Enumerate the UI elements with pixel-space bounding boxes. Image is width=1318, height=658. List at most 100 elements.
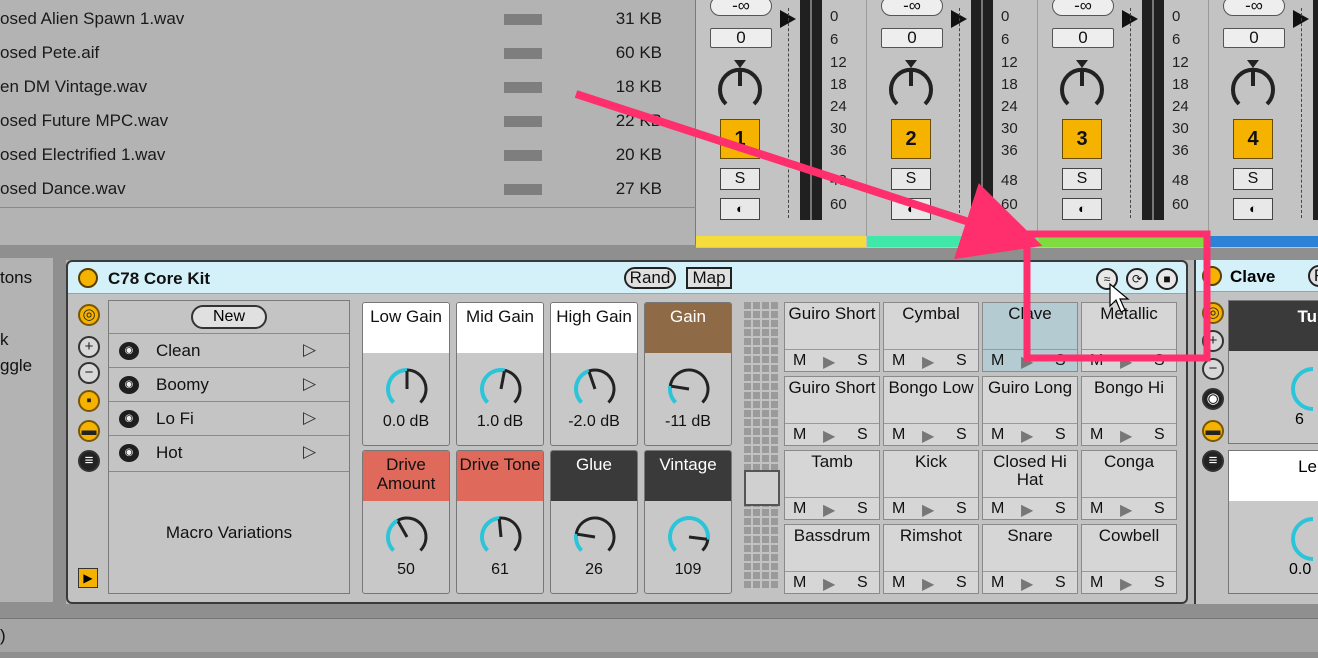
remove-macro-icon[interactable]: − [78, 362, 100, 384]
new-variation-button[interactable]: New [191, 305, 267, 329]
volume-field[interactable]: 0 [1052, 28, 1114, 48]
camera-icon[interactable]: ◉ [119, 444, 139, 462]
track-activator-button[interactable]: 3 [1062, 119, 1102, 159]
pad-solo-button[interactable]: S [1154, 574, 1165, 592]
drum-pad[interactable]: Guiro Short M ▶ S [784, 302, 880, 372]
track-activator-button[interactable]: 4 [1233, 119, 1273, 159]
monitor-icon[interactable]: ◐ [720, 198, 760, 220]
volume-inf-field[interactable]: -∞ [710, 0, 772, 16]
macro-knob-control[interactable]: Glue 26 [550, 450, 638, 594]
pad-play-icon[interactable]: ▶ [823, 574, 835, 594]
drum-pad[interactable]: Cowbell M ▶ S [1081, 524, 1177, 594]
file-row[interactable]: osed Future MPC.wav 22 KB [0, 104, 696, 138]
pan-knob[interactable] [714, 60, 766, 112]
pad-mute-button[interactable]: M [793, 500, 806, 518]
volume-field[interactable]: 0 [1223, 28, 1285, 48]
pad-mute-button[interactable]: M [1090, 574, 1103, 592]
pad-play-icon[interactable]: ▶ [922, 500, 934, 520]
play-icon[interactable]: ▷ [303, 340, 316, 360]
track-activator-button[interactable]: 1 [720, 119, 760, 159]
variation-row[interactable]: ◉ Hot ▷ [109, 435, 349, 469]
macro-knob-control[interactable]: Drive Amount 50 [362, 450, 450, 594]
pad-solo-button[interactable]: S [857, 426, 868, 444]
macro-knob[interactable] [383, 365, 431, 413]
clave-chain-icon[interactable]: ▬ [1202, 420, 1224, 442]
pan-knob[interactable] [1056, 60, 1108, 112]
pad-play-icon[interactable]: ▶ [922, 426, 934, 446]
pad-solo-button[interactable]: S [1055, 352, 1066, 370]
macro-knob-control[interactable]: Low Gain 0.0 dB [362, 302, 450, 446]
solo-button[interactable]: S [1062, 168, 1102, 190]
drum-pad[interactable]: Tamb M ▶ S [784, 450, 880, 520]
hot-swap-icon[interactable]: ⟳ [1126, 268, 1148, 290]
pad-play-icon[interactable]: ▶ [1120, 574, 1132, 594]
drum-pad[interactable]: Cymbal M ▶ S [883, 302, 979, 372]
drum-pad[interactable]: Guiro Short M ▶ S [784, 376, 880, 446]
clave-add-icon[interactable]: + [1202, 330, 1224, 352]
drum-pad[interactable]: Bongo Low M ▶ S [883, 376, 979, 446]
clave-power-toggle[interactable] [1202, 266, 1222, 286]
clave-tune-knob[interactable] [1291, 365, 1318, 413]
pad-mute-button[interactable]: M [991, 426, 1004, 444]
pad-mute-button[interactable]: M [892, 500, 905, 518]
save-preset-icon[interactable]: ■ [1156, 268, 1178, 290]
pad-play-icon[interactable]: ▶ [823, 426, 835, 446]
macro-knob-control[interactable]: Drive Tone 61 [456, 450, 544, 594]
pad-mute-button[interactable]: M [793, 426, 806, 444]
file-row[interactable]: osed Electrified 1.wav 20 KB [0, 138, 696, 172]
pad-mute-button[interactable]: M [892, 574, 905, 592]
pad-mute-button[interactable]: M [793, 574, 806, 592]
pad-mute-button[interactable]: M [892, 426, 905, 444]
macro-knob[interactable] [477, 513, 525, 561]
volume-field[interactable]: 0 [881, 28, 943, 48]
solo-button[interactable]: S [1233, 168, 1273, 190]
variation-row[interactable]: ◉ Clean ▷ [109, 333, 349, 367]
clave-list-icon[interactable]: ≡ [1202, 450, 1224, 472]
drum-pad[interactable]: Rimshot M ▶ S [883, 524, 979, 594]
file-row[interactable]: osed Dance.wav 27 KB [0, 172, 696, 206]
pad-mute-button[interactable]: M [1090, 426, 1103, 444]
pad-play-icon[interactable]: ▶ [1120, 500, 1132, 520]
macro-knob-control[interactable]: Mid Gain 1.0 dB [456, 302, 544, 446]
pad-mute-button[interactable]: M [1090, 352, 1103, 370]
file-row[interactable]: osed Alien Spawn 1.wav 31 KB [0, 2, 696, 36]
macro-knob[interactable] [383, 513, 431, 561]
volume-inf-field[interactable]: -∞ [1052, 0, 1114, 16]
pad-play-icon[interactable]: ▶ [823, 500, 835, 520]
left-panel-item[interactable]: tons [0, 268, 32, 288]
clave-macro-level[interactable]: Le 0.0 [1228, 450, 1318, 594]
pad-play-icon[interactable]: ▶ [823, 352, 835, 372]
macro-knob[interactable] [665, 513, 713, 561]
clave-macro-tune[interactable]: Tu 6 [1228, 300, 1318, 444]
drum-pad[interactable]: Bongo Hi M ▶ S [1081, 376, 1177, 446]
variations-toggle-icon[interactable]: ▪ [78, 390, 100, 412]
solo-button[interactable]: S [720, 168, 760, 190]
pad-solo-button[interactable]: S [857, 574, 868, 592]
drum-pad[interactable]: Kick M ▶ S [883, 450, 979, 520]
pad-solo-button[interactable]: S [1055, 426, 1066, 444]
pad-mute-button[interactable]: M [892, 352, 905, 370]
pad-mute-button[interactable]: M [1090, 500, 1103, 518]
play-icon[interactable]: ▷ [303, 442, 316, 462]
file-row[interactable]: en DM Vintage.wav 18 KB [0, 70, 696, 104]
clave-rand-button[interactable]: R [1308, 265, 1318, 287]
pad-play-icon[interactable]: ▶ [1021, 500, 1033, 520]
drum-pad[interactable]: Guiro Long M ▶ S [982, 376, 1078, 446]
drum-pad[interactable]: Metallic M ▶ S [1081, 302, 1177, 372]
macro-toggle-icon[interactable]: ◎ [78, 304, 100, 326]
pad-mute-button[interactable]: M [991, 500, 1004, 518]
pad-play-icon[interactable]: ▶ [1021, 574, 1033, 594]
pad-solo-button[interactable]: S [857, 352, 868, 370]
pad-mute-button[interactable]: M [991, 574, 1004, 592]
list-icon[interactable]: ≡ [78, 450, 100, 472]
play-icon[interactable]: ▷ [303, 408, 316, 428]
chain-list-toggle-icon[interactable]: ▬ [78, 420, 100, 442]
drum-pad[interactable]: Bassdrum M ▶ S [784, 524, 880, 594]
solo-button[interactable]: S [891, 168, 931, 190]
left-panel-item[interactable]: ggle [0, 356, 32, 376]
file-row[interactable]: osed Pete.aif 60 KB [0, 36, 696, 70]
map-button[interactable]: Map [686, 267, 732, 289]
pad-solo-button[interactable]: S [956, 500, 967, 518]
pad-play-icon[interactable]: ▶ [1021, 426, 1033, 446]
drum-pad[interactable]: Snare M ▶ S [982, 524, 1078, 594]
